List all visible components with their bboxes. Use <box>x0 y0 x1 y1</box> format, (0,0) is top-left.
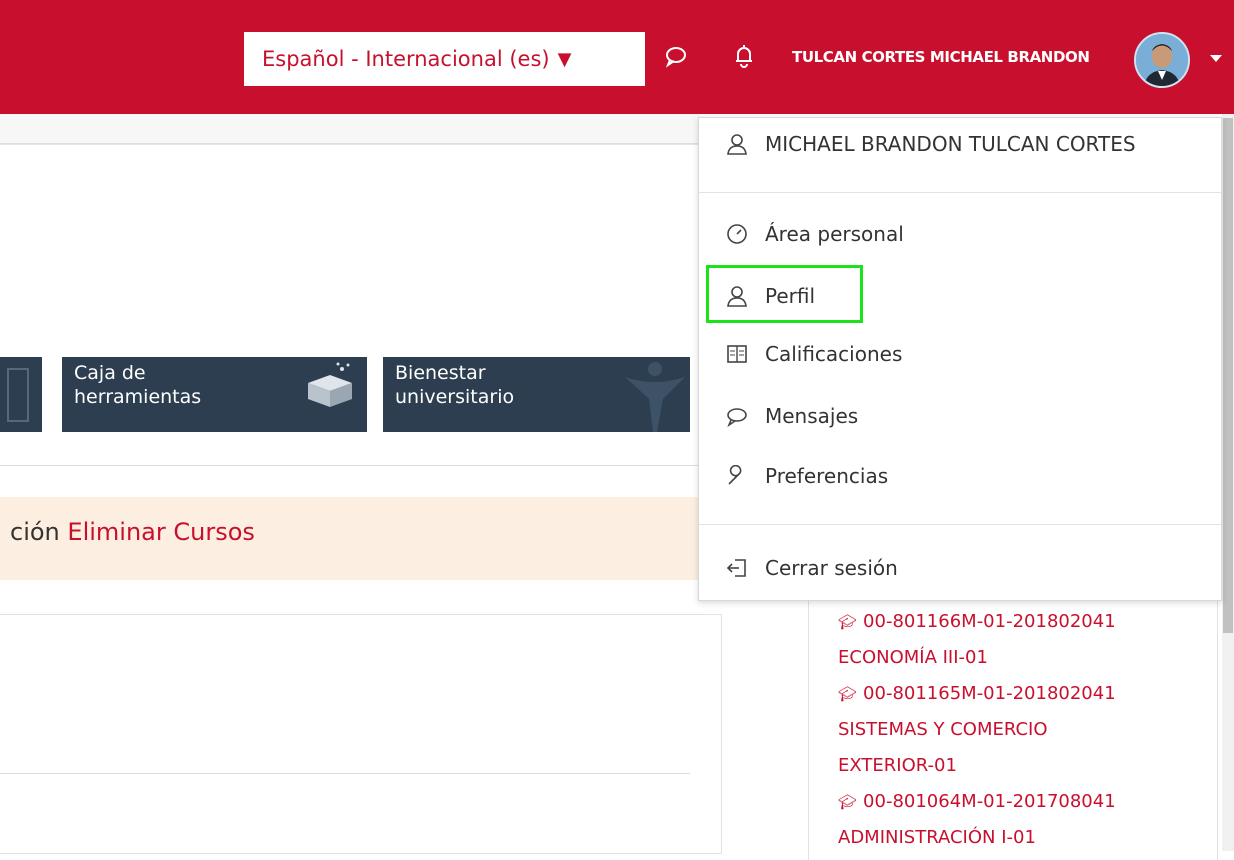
chevron-down-icon[interactable] <box>1210 55 1222 62</box>
avatar[interactable] <box>1134 32 1190 88</box>
menu-item-preferences[interactable]: Preferencias <box>725 464 888 488</box>
remove-courses-link[interactable]: Eliminar Cursos <box>67 518 255 546</box>
course-link[interactable]: 🎓︎ 00-801165M-01-201802041 SISTEMAS Y COM… <box>838 676 1116 784</box>
divider <box>699 524 1221 525</box>
user-icon <box>725 132 749 156</box>
menu-item-dashboard[interactable]: Área personal <box>725 222 904 246</box>
user-menu: MICHAEL BRANDON TULCAN CORTES Área perso… <box>698 117 1222 601</box>
graduation-cap-icon: 🎓︎ <box>838 685 858 703</box>
menu-item-fullname[interactable]: MICHAEL BRANDON TULCAN CORTES <box>725 132 1136 156</box>
divider <box>0 143 700 144</box>
divider <box>699 192 1221 193</box>
language-label: Español - Internacional (es) <box>262 47 550 71</box>
divider <box>0 773 690 774</box>
tile-label: Bienestar universitario <box>395 362 515 408</box>
message-icon <box>725 404 749 428</box>
content-card <box>0 614 722 854</box>
tile-wellbeing[interactable]: Bienestar universitario <box>383 357 690 432</box>
language-caret-icon: ▼ <box>557 48 572 70</box>
graduation-cap-icon: 🎓︎ <box>838 793 858 811</box>
bell-icon[interactable] <box>731 43 757 69</box>
tile-label: Caja de herramientas <box>74 362 202 408</box>
course-link[interactable]: 🎓︎ 00-801166M-01-201802041 ECONOMÍA III-0… <box>838 604 1116 676</box>
graduation-cap-icon: 🎓︎ <box>838 613 858 631</box>
logout-icon <box>725 556 749 580</box>
language-selector[interactable]: Español - Internacional (es) ▼ <box>244 32 645 86</box>
wrench-icon <box>725 464 749 488</box>
grades-icon <box>725 342 749 366</box>
highlight-box <box>706 265 863 323</box>
divider <box>0 465 700 466</box>
dashboard-icon <box>725 222 749 246</box>
breadcrumb-bar <box>0 114 700 145</box>
user-name[interactable]: TULCAN CORTES MICHAEL BRANDON <box>792 48 1090 66</box>
menu-item-messages[interactable]: Mensajes <box>725 404 858 428</box>
menu-item-grades[interactable]: Calificaciones <box>725 342 902 366</box>
message-icon[interactable] <box>663 43 689 69</box>
course-link[interactable]: 🎓︎ 00-801064M-01-201708041 ADMINISTRACIÓN… <box>838 784 1116 856</box>
scrollbar-thumb[interactable] <box>1223 118 1233 633</box>
tile-toolbox[interactable]: Caja de herramientas <box>62 357 367 432</box>
tile-partial[interactable] <box>0 357 42 432</box>
notice-text: ción Eliminar Cursos <box>10 518 255 546</box>
menu-item-logout[interactable]: Cerrar sesión <box>725 556 898 580</box>
